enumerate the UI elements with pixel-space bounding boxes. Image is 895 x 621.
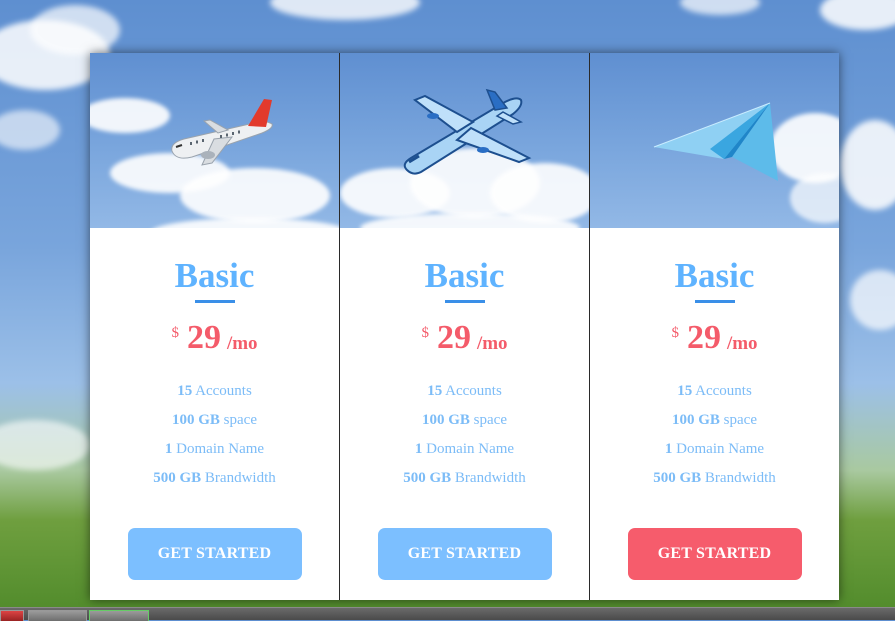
- title-underline: [194, 300, 235, 303]
- plan-name: Basic: [674, 256, 755, 295]
- feature-list: 15 Accounts 100 GB space 1 Domain Name 5…: [653, 377, 776, 493]
- price-currency: $: [171, 325, 179, 341]
- pricing-table: Basic $ 29 /mo 15 Accounts 100 GB space …: [90, 53, 839, 600]
- taskbar-item[interactable]: [0, 610, 24, 621]
- price-currency: $: [421, 325, 429, 341]
- title-underline: [444, 300, 485, 303]
- feature-item: 500 GB Brandwidth: [653, 470, 776, 486]
- card-hero-image: [340, 53, 589, 228]
- blue-jet-icon: [403, 88, 532, 175]
- feature-item: 15 Accounts: [677, 383, 752, 399]
- price-period: /mo: [226, 333, 258, 354]
- feature-list: 15 Accounts 100 GB space 1 Domain Name 5…: [403, 377, 526, 493]
- plan-name: Basic: [174, 256, 255, 295]
- taskbar-item[interactable]: [89, 610, 149, 621]
- taskbar: [0, 607, 895, 621]
- feature-item: 15 Accounts: [427, 383, 502, 399]
- title-underline: [694, 300, 735, 303]
- feature-item: 500 GB Brandwidth: [403, 470, 526, 486]
- price-amount: 29: [436, 319, 471, 356]
- price-amount: 29: [686, 319, 721, 356]
- pricing-card-3: Basic $ 29 /mo 15 Accounts 100 GB space …: [589, 53, 839, 600]
- get-started-button[interactable]: GET STARTED: [377, 528, 552, 580]
- feature-item: 1 Domain Name: [164, 441, 265, 457]
- feature-item: 1 Domain Name: [414, 441, 515, 457]
- price-currency: $: [671, 325, 679, 341]
- card-hero-image: [590, 53, 839, 228]
- pricing-card-2: Basic $ 29 /mo 15 Accounts 100 GB space …: [339, 53, 589, 600]
- feature-item: 100 GB space: [671, 412, 757, 428]
- paper-plane-icon: [653, 102, 778, 181]
- taskbar-item[interactable]: [28, 610, 87, 621]
- price: $ 29 /mo: [671, 321, 757, 355]
- plan-name: Basic: [424, 256, 505, 295]
- feature-item: 100 GB space: [171, 412, 257, 428]
- price: $ 29 /mo: [421, 321, 507, 355]
- feature-item: 100 GB space: [421, 412, 507, 428]
- card-hero-image: [90, 53, 339, 228]
- feature-item: 500 GB Brandwidth: [153, 470, 276, 486]
- feature-list: 15 Accounts 100 GB space 1 Domain Name 5…: [153, 377, 276, 493]
- pricing-card-1: Basic $ 29 /mo 15 Accounts 100 GB space …: [90, 53, 339, 600]
- feature-item: 15 Accounts: [177, 383, 252, 399]
- price-period: /mo: [726, 333, 758, 354]
- feature-item: 1 Domain Name: [664, 441, 765, 457]
- get-started-button[interactable]: GET STARTED: [627, 528, 802, 580]
- get-started-button[interactable]: GET STARTED: [127, 528, 302, 580]
- price: $ 29 /mo: [171, 321, 257, 355]
- price-period: /mo: [476, 333, 508, 354]
- airliner-icon: [171, 99, 273, 166]
- price-amount: 29: [186, 319, 221, 356]
